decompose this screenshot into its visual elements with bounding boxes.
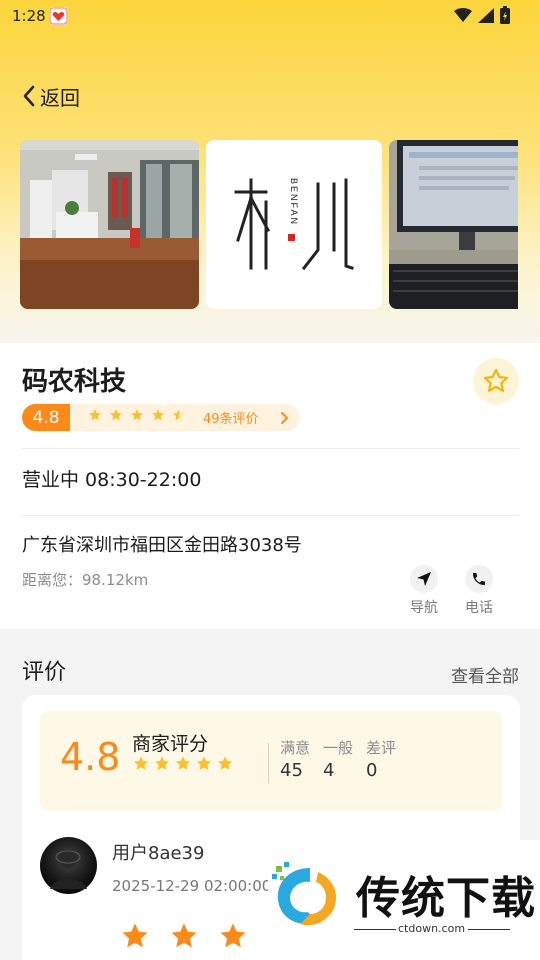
rating-stars — [88, 408, 186, 422]
stat-value: 0 — [366, 760, 378, 781]
watermark-logo — [272, 862, 337, 926]
status-bar: 1:28 — [0, 0, 540, 34]
navigate-label: 导航 — [410, 600, 438, 616]
star-outline-icon — [483, 368, 509, 392]
stat-label: 满意 — [280, 739, 311, 757]
signal-icon — [478, 7, 494, 23]
chevron-right-icon — [281, 412, 289, 424]
stat-label: 一般 — [323, 739, 354, 757]
stat-value: 4 — [323, 760, 335, 781]
divider — [468, 929, 510, 930]
phone-icon — [465, 565, 493, 593]
stat-satisfied: 满意 45 — [280, 737, 310, 781]
merchant-stars — [132, 755, 234, 772]
stat-value: 45 — [280, 760, 303, 781]
shop-info-card: 码农科技 4.8 49条评价 营业中 08:30-22:00 广东省深圳市福田区… — [0, 343, 540, 629]
stat-neutral: 一般 4 — [323, 737, 353, 781]
star-filled-icon — [154, 756, 170, 770]
star-filled-icon — [196, 756, 212, 770]
divider — [268, 743, 269, 783]
business-hours: 营业中 08:30-22:00 — [22, 469, 202, 491]
favorite-button[interactable] — [473, 358, 519, 404]
star-filled-icon — [110, 409, 122, 421]
navigate-button[interactable]: 导航 — [404, 565, 444, 617]
chevron-left-icon — [23, 85, 35, 107]
merchant-score: 4.8 — [60, 735, 121, 779]
stat-label: 差评 — [366, 739, 397, 757]
star-filled-icon — [122, 923, 148, 948]
avatar[interactable] — [40, 837, 97, 894]
review-count: 49条评价 — [203, 412, 259, 427]
watermark: 传统下载 ctdown.com — [268, 840, 540, 960]
rating-summary-link[interactable]: 4.8 49条评价 — [22, 404, 300, 431]
merchant-score-label: 商家评分 — [132, 733, 209, 755]
call-button[interactable]: 电话 — [459, 565, 499, 617]
review-date: 2025-12-29 02:00:00 — [112, 877, 272, 895]
system-icons — [454, 6, 510, 24]
watermark-url: ctdown.com — [398, 922, 466, 935]
office-photo[interactable] — [20, 140, 199, 309]
back-label: 返回 — [40, 85, 80, 110]
brand-logo-photo[interactable]: BENFAN — [206, 140, 382, 309]
star-filled-icon — [171, 923, 197, 948]
stat-negative: 差评 0 — [366, 737, 396, 781]
review-stars — [119, 921, 249, 951]
divider — [354, 929, 396, 930]
navigation-icon — [410, 565, 438, 593]
wifi-icon — [454, 8, 472, 22]
reviewer-name: 用户8ae39 — [112, 843, 205, 864]
reviews-section-title: 评价 — [22, 660, 67, 685]
star-filled-icon — [89, 409, 101, 421]
shop-photo-gallery[interactable]: BENFAN — [20, 140, 518, 310]
star-filled-icon — [175, 756, 191, 770]
notification-app-icon — [49, 7, 68, 25]
status-time: 1:28 — [12, 7, 46, 25]
rating-score-badge: 4.8 — [22, 404, 70, 431]
distance-text: 距离您：98.12km — [22, 571, 149, 589]
logo-vertical-text: BENFAN — [289, 178, 299, 226]
star-filled-icon — [133, 756, 149, 770]
battery-icon — [500, 6, 510, 24]
shop-name: 码农科技 — [22, 367, 127, 397]
back-button[interactable]: 返回 — [22, 82, 80, 110]
shop-address: 广东省深圳市福田区金田路3038号 — [22, 535, 302, 556]
workspace-photo[interactable] — [389, 140, 518, 309]
divider — [22, 448, 519, 449]
star-filled-icon — [220, 923, 246, 948]
view-all-reviews-link[interactable]: 查看全部 — [451, 662, 519, 687]
star-filled-icon — [217, 756, 233, 770]
call-label: 电话 — [465, 600, 493, 616]
star-filled-icon — [152, 409, 164, 421]
merchant-score-summary: 4.8 商家评分 满意 45 一般 4 差评 0 — [40, 711, 502, 811]
star-filled-icon — [131, 409, 143, 421]
divider — [22, 515, 519, 516]
star-half-icon — [173, 409, 185, 421]
watermark-text: 传统下载 — [356, 873, 536, 924]
